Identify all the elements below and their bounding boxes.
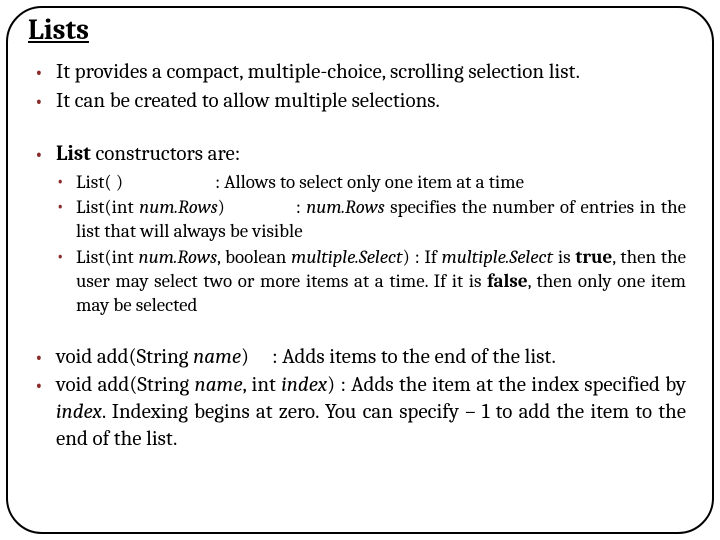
text: . Indexing begins at zero. You can speci… <box>56 400 686 451</box>
param: multiple.Select <box>291 246 402 268</box>
method-add-name: void add(String name) : Adds items to th… <box>34 344 686 371</box>
constructor-numrows: List(int num.Rows) : num.Rows specifies … <box>56 195 686 244</box>
method-add-name-index: void add(String name, int index) : Adds … <box>34 372 686 453</box>
text: is <box>553 246 575 268</box>
constructor-multiselect: List(int num.Rows, boolean multiple.Sele… <box>56 245 686 318</box>
spacer <box>34 117 686 141</box>
bullet-constructors: List constructors are: List( ) : Allows … <box>34 141 686 318</box>
param: name <box>195 373 243 397</box>
constructor-sublist: List( ) : Allows to select only one item… <box>56 170 686 318</box>
text-bold: List <box>56 142 91 166</box>
text: void add(String <box>56 373 195 397</box>
slide-frame: Lists It provides a compact, multiple-ch… <box>6 6 714 534</box>
text: , boolean <box>217 246 291 268</box>
methods-list: void add(String name) : Adds items to th… <box>34 344 686 454</box>
param: multiple.Select <box>442 246 553 268</box>
bullet-compact-list: It provides a compact, multiple-choice, … <box>34 59 686 86</box>
text: : Adds the item at the index specified b… <box>335 373 686 397</box>
text: void add(String <box>56 345 193 369</box>
text: ) <box>403 246 410 268</box>
text: List(int <box>76 196 139 218</box>
text: ) <box>327 373 335 397</box>
text-bold: false <box>487 270 527 292</box>
text: , int <box>242 373 281 397</box>
param: index <box>56 400 102 424</box>
slide-title: Lists <box>28 14 686 47</box>
param: num.Rows <box>139 246 218 268</box>
main-list: It provides a compact, multiple-choice, … <box>34 59 686 115</box>
text: ) <box>218 196 225 218</box>
text: : <box>296 196 306 218</box>
text: ) <box>241 345 249 369</box>
constructor-noarg: List( ) : Allows to select only one item… <box>56 170 686 194</box>
param: name <box>193 345 241 369</box>
text: : If <box>410 246 442 268</box>
spacer <box>34 320 686 344</box>
constructors-list: List constructors are: List( ) : Allows … <box>34 141 686 318</box>
description: : Adds items to the end of the list. <box>272 345 556 369</box>
description: : Allows to select only one item at a ti… <box>215 171 524 193</box>
text: It can be created to allow multiple sele… <box>56 89 440 113</box>
param: index <box>281 373 327 397</box>
text: List(int <box>76 246 139 268</box>
text: constructors are: <box>91 142 241 166</box>
param: num.Rows <box>306 196 385 218</box>
bullet-multiple-selections: It can be created to allow multiple sele… <box>34 88 686 115</box>
text-bold: true <box>575 246 612 268</box>
param: num.Rows <box>139 196 218 218</box>
text: It provides a compact, multiple-choice, … <box>56 60 580 84</box>
signature: List( ) <box>76 171 123 193</box>
